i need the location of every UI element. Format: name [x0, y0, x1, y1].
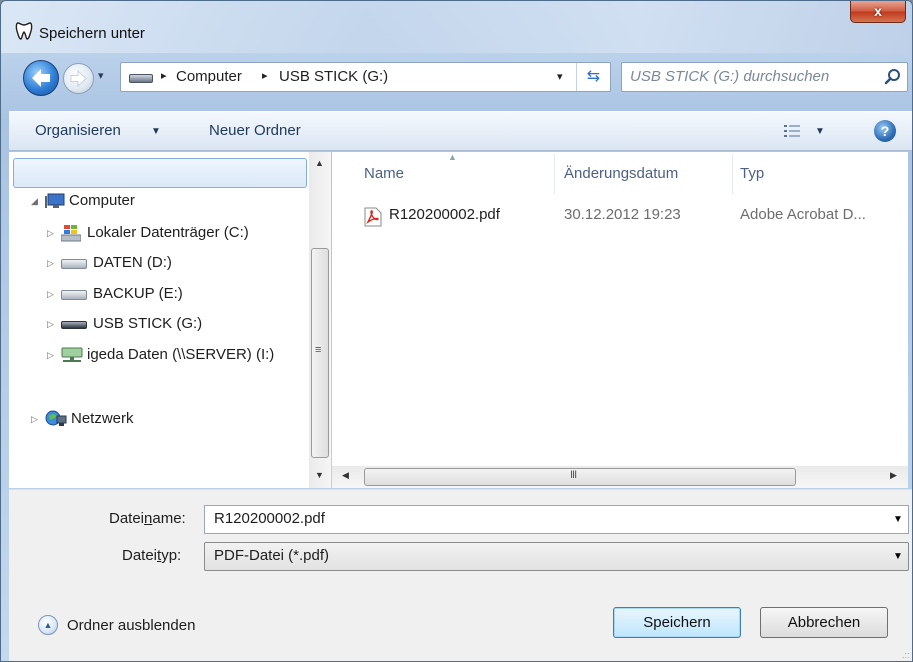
tree-item-usb-stick-g[interactable]: ▷ USB STICK (G:)	[47, 311, 247, 337]
expander-icon[interactable]: ▷	[47, 342, 54, 368]
filetype-label-text: Datei	[122, 547, 158, 564]
recent-pages-dropdown[interactable]: ▾	[98, 69, 104, 82]
column-header-name[interactable]: Name	[364, 165, 404, 182]
command-bar: Organisieren ▼ Neuer Ordner ▼ ?	[9, 111, 912, 151]
tooth-app-icon	[15, 22, 33, 40]
scrollbar-thumb[interactable]: ≡	[311, 248, 329, 458]
chevron-down-icon[interactable]: ▼	[893, 551, 903, 562]
view-details-icon[interactable]	[783, 123, 801, 139]
computer-icon	[45, 193, 65, 208]
usb-drive-icon	[129, 74, 153, 83]
file-list: ▲ Name Änderungsdatum Typ R120200002.pdf…	[332, 152, 908, 488]
tree-item-label: igeda Daten (\\SERVER) (I:)	[87, 346, 275, 363]
tree-item-computer[interactable]: ◢ Computer	[31, 188, 181, 214]
filename-label-text: Datei	[109, 510, 145, 527]
expander-icon[interactable]: ▷	[47, 281, 54, 307]
tree-item-local-disk-c[interactable]: ▷ Lokaler Datenträger (C:)	[47, 220, 297, 246]
arrow-left-icon	[32, 69, 50, 87]
file-modified-date: 30.12.2012 19:23	[564, 206, 681, 223]
filename-label: Dateiname:	[109, 510, 186, 527]
tree-item-label: Lokaler Datenträger (C:)	[87, 224, 249, 241]
expander-icon[interactable]: ▷	[47, 311, 54, 337]
address-bar[interactable]: ▸ Computer ▸ USB STICK (G:) ▾ ⇆	[120, 62, 611, 92]
tree-item-label: DATEN (D:)	[93, 254, 172, 271]
grip-icon: ≡	[315, 344, 322, 356]
column-divider[interactable]	[554, 154, 555, 194]
collapse-up-icon[interactable]: ▲	[38, 615, 58, 635]
filename-value[interactable]: R120200002.pdf	[214, 510, 325, 527]
forward-button[interactable]	[63, 63, 94, 94]
organize-button[interactable]: Organisieren	[35, 122, 121, 139]
scroll-left-arrow-icon[interactable]: ◀	[342, 470, 349, 481]
save-as-dialog: Speichern unter x ▾ ▸ Computer ▸ USB STI…	[0, 0, 913, 662]
tree-item-label: Netzwerk	[71, 410, 134, 427]
scroll-right-arrow-icon[interactable]: ▶	[890, 470, 897, 481]
save-options-panel: Dateiname: R120200002.pdf ▼ Dateityp: PD…	[9, 489, 912, 661]
tree-item-backup-e[interactable]: ▷ BACKUP (E:)	[47, 281, 207, 307]
back-button[interactable]	[23, 60, 59, 96]
breadcrumb-computer[interactable]: Computer	[176, 68, 242, 85]
table-row[interactable]: R120200002.pdf 30.12.2012 19:23 Adobe Ac…	[332, 200, 908, 230]
search-icon[interactable]	[884, 68, 902, 86]
hide-folders-link[interactable]: Ordner ausblenden	[67, 617, 195, 634]
tree-item-label: USB STICK (G:)	[93, 315, 203, 332]
scroll-down-arrow-icon[interactable]: ▼	[315, 470, 324, 480]
tree-item-label: Computer	[69, 192, 135, 209]
file-name: R120200002.pdf	[389, 206, 500, 223]
scroll-up-arrow-icon[interactable]: ▲	[315, 158, 324, 168]
refresh-icon: ⇆	[586, 68, 601, 85]
filename-history-dropdown[interactable]: ▼	[893, 514, 903, 525]
tree-item-igeda-daten-i[interactable]: ▷ igeda Daten (\\SERVER) (I:)	[47, 342, 307, 368]
sort-ascending-icon: ▲	[448, 152, 457, 162]
filetype-value: PDF-Datei (*.pdf)	[214, 547, 330, 564]
tree-item-daten-d[interactable]: ▷ DATEN (D:)	[47, 250, 207, 276]
address-history-dropdown[interactable]: ▾	[557, 70, 563, 83]
cancel-button[interactable]: Abbrechen	[760, 607, 888, 638]
breadcrumb-usb-stick[interactable]: USB STICK (G:)	[279, 68, 388, 85]
network-icon	[45, 410, 67, 426]
search-input[interactable]: USB STICK (G:) durchsuchen	[630, 68, 829, 85]
usb-drive-icon	[61, 321, 87, 329]
windows-drive-icon	[61, 225, 81, 242]
filetype-label: Dateityp:	[122, 547, 181, 564]
help-button[interactable]: ?	[874, 120, 896, 142]
network-drive-icon	[61, 347, 83, 362]
scrollbar-thumb[interactable]: III	[364, 468, 796, 486]
tree-item-label: BACKUP (E:)	[93, 285, 183, 302]
breadcrumb-separator[interactable]: ▸	[262, 69, 268, 82]
breadcrumb-separator[interactable]: ▸	[161, 69, 167, 82]
filetype-label-text-end: yp:	[161, 547, 182, 564]
grip-icon: III	[570, 469, 577, 481]
column-divider[interactable]	[732, 154, 733, 194]
resize-grip-icon[interactable]: .::	[902, 650, 910, 660]
drive-icon	[61, 290, 87, 300]
view-options-dropdown[interactable]: ▼	[815, 126, 825, 137]
new-folder-button[interactable]: Neuer Ordner	[209, 122, 301, 139]
expander-icon[interactable]: ▷	[47, 220, 54, 246]
expander-icon[interactable]: ▷	[31, 406, 38, 432]
expander-icon[interactable]: ◢	[31, 188, 38, 214]
column-header-type[interactable]: Typ	[740, 165, 764, 182]
search-box[interactable]: USB STICK (G:) durchsuchen	[621, 62, 908, 92]
arrow-right-icon	[70, 70, 87, 87]
refresh-button[interactable]: ⇆	[576, 63, 610, 91]
tree-selection-highlight	[13, 158, 307, 188]
drive-icon	[61, 259, 87, 269]
chevron-down-icon[interactable]: ▼	[151, 126, 161, 137]
window-title: Speichern unter	[39, 25, 145, 42]
filename-label-text-end: ame:	[152, 510, 186, 527]
close-button[interactable]: x	[850, 1, 906, 23]
filetype-select[interactable]: PDF-Datei (*.pdf) ▼	[204, 542, 909, 571]
column-header-date[interactable]: Änderungsdatum	[564, 165, 678, 182]
tree-item-network[interactable]: ▷ Netzwerk	[31, 406, 181, 432]
filename-field[interactable]: R120200002.pdf ▼	[204, 505, 909, 534]
file-type: Adobe Acrobat D...	[740, 206, 866, 223]
file-list-horizontal-scrollbar[interactable]: ◀ III ▶	[332, 466, 908, 488]
navigation-pane-scrollbar[interactable]: ▲ ≡ ▼	[309, 152, 331, 488]
expander-icon[interactable]: ▷	[47, 250, 54, 276]
pdf-icon	[364, 207, 382, 227]
save-button[interactable]: Speichern	[613, 607, 741, 638]
